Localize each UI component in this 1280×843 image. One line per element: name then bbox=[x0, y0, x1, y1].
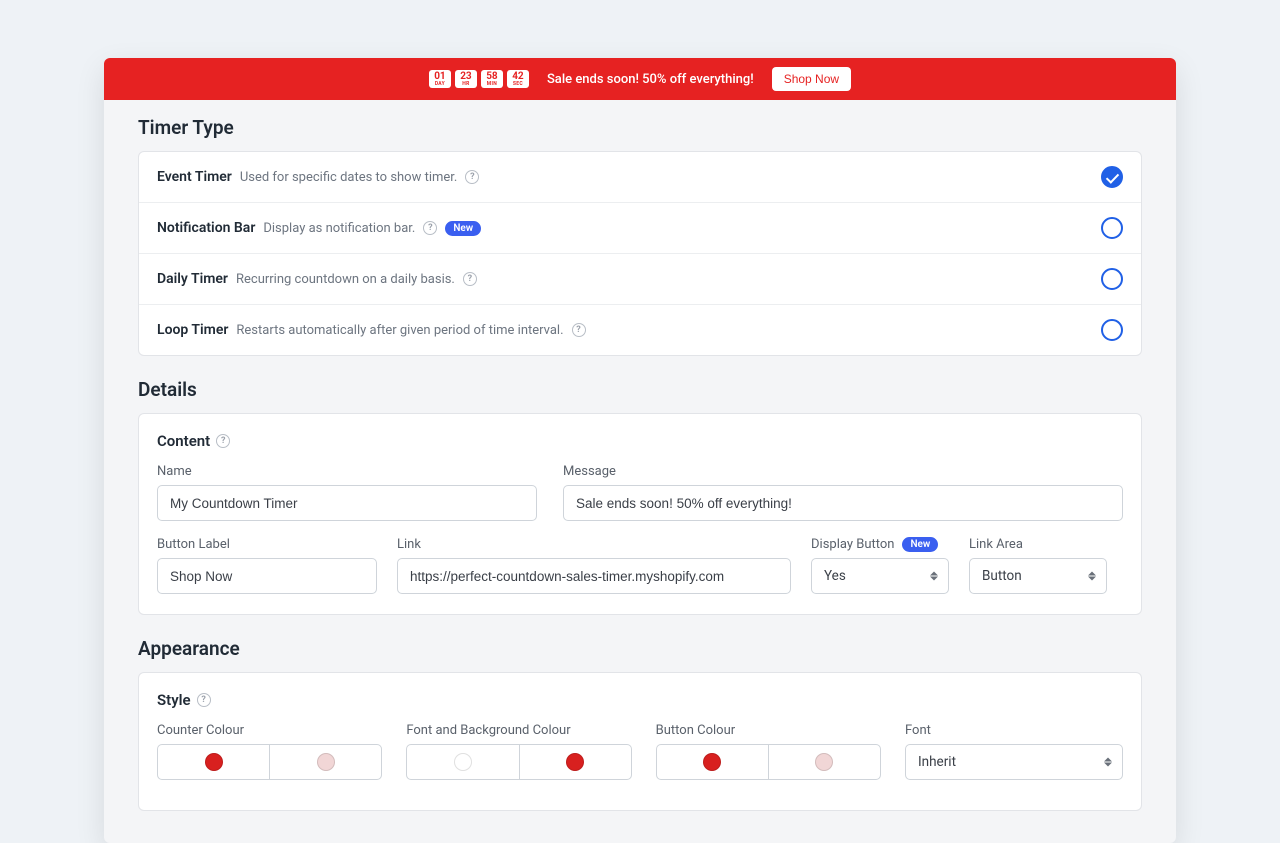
display-button-value: Yes bbox=[824, 568, 846, 584]
counter-colour-1[interactable] bbox=[158, 745, 269, 779]
countdown-day: 01 DAY bbox=[429, 70, 451, 88]
new-badge: New bbox=[445, 221, 481, 236]
colour-dot bbox=[205, 753, 223, 771]
counter-colour-2[interactable] bbox=[269, 745, 381, 779]
button-colour-1[interactable] bbox=[657, 745, 768, 779]
timer-type-name: Notification Bar bbox=[157, 220, 255, 236]
banner-message: Sale ends soon! 50% off everything! bbox=[547, 72, 754, 87]
message-label: Message bbox=[563, 464, 1123, 479]
section-title-timer-type: Timer Type bbox=[138, 116, 1142, 139]
link-input[interactable] bbox=[397, 558, 791, 594]
chevron-updown-icon bbox=[1088, 572, 1096, 581]
content-heading: Content ? bbox=[157, 432, 1123, 450]
radio-daily-timer[interactable] bbox=[1101, 268, 1123, 290]
radio-loop-timer[interactable] bbox=[1101, 319, 1123, 341]
timer-type-desc: Recurring countdown on a daily basis. bbox=[236, 272, 455, 287]
help-icon[interactable]: ? bbox=[572, 323, 586, 337]
button-colour-group bbox=[656, 744, 881, 780]
fontbg-colour-label: Font and Background Colour bbox=[406, 723, 631, 738]
section-title-details: Details bbox=[138, 378, 1142, 401]
name-input[interactable] bbox=[157, 485, 537, 521]
timer-type-desc: Display as notification bar. bbox=[263, 221, 415, 236]
timer-type-name: Event Timer bbox=[157, 169, 232, 185]
timer-type-desc: Used for specific dates to show timer. bbox=[240, 170, 458, 185]
style-heading: Style ? bbox=[157, 691, 1123, 709]
shop-now-button[interactable]: Shop Now bbox=[772, 67, 851, 91]
colour-dot bbox=[566, 753, 584, 771]
name-label: Name bbox=[157, 464, 537, 479]
fontbg-colour-group bbox=[406, 744, 631, 780]
colour-dot bbox=[317, 753, 335, 771]
font-select[interactable]: Inherit bbox=[905, 744, 1123, 780]
link-area-select[interactable]: Button bbox=[969, 558, 1107, 594]
message-input[interactable] bbox=[563, 485, 1123, 521]
content-heading-text: Content bbox=[157, 432, 210, 450]
settings-panel: 01 DAY 23 HR 58 MIN 42 SEC Sale ends soo… bbox=[104, 58, 1176, 843]
radio-event-timer[interactable] bbox=[1101, 166, 1123, 188]
help-icon[interactable]: ? bbox=[197, 693, 211, 707]
link-area-value: Button bbox=[982, 568, 1022, 584]
fontbg-colour-1[interactable] bbox=[407, 745, 518, 779]
new-badge: New bbox=[902, 537, 938, 552]
colour-dot bbox=[815, 753, 833, 771]
button-colour-label: Button Colour bbox=[656, 723, 881, 738]
font-value: Inherit bbox=[918, 754, 956, 770]
timer-type-daily[interactable]: Daily Timer Recurring countdown on a dai… bbox=[139, 254, 1141, 305]
timer-type-notification[interactable]: Notification Bar Display as notification… bbox=[139, 203, 1141, 254]
style-card: Style ? Counter Colour Font and Backgrou… bbox=[138, 672, 1142, 811]
timer-type-name: Loop Timer bbox=[157, 322, 228, 338]
colour-dot bbox=[454, 753, 472, 771]
help-icon[interactable]: ? bbox=[465, 170, 479, 184]
countdown-min-lbl: MIN bbox=[481, 82, 503, 87]
radio-notification-bar[interactable] bbox=[1101, 217, 1123, 239]
display-button-select[interactable]: Yes bbox=[811, 558, 949, 594]
countdown-hr: 23 HR bbox=[455, 70, 477, 88]
counter-colour-label: Counter Colour bbox=[157, 723, 382, 738]
countdown-sec-lbl: SEC bbox=[507, 82, 529, 87]
help-icon[interactable]: ? bbox=[463, 272, 477, 286]
content-card: Content ? Name Message Button Label bbox=[138, 413, 1142, 615]
timer-type-card: Event Timer Used for specific dates to s… bbox=[138, 151, 1142, 356]
countdown-day-lbl: DAY bbox=[429, 82, 451, 87]
help-icon[interactable]: ? bbox=[423, 221, 437, 235]
display-button-label: Display Button bbox=[811, 537, 894, 552]
countdown-sec: 42 SEC bbox=[507, 70, 529, 88]
colour-dot bbox=[703, 753, 721, 771]
font-label: Font bbox=[905, 723, 1123, 738]
button-label-label: Button Label bbox=[157, 537, 377, 552]
chevron-updown-icon bbox=[930, 572, 938, 581]
preview-banner: 01 DAY 23 HR 58 MIN 42 SEC Sale ends soo… bbox=[104, 58, 1176, 100]
timer-type-event[interactable]: Event Timer Used for specific dates to s… bbox=[139, 152, 1141, 203]
button-label-input[interactable] bbox=[157, 558, 377, 594]
section-title-appearance: Appearance bbox=[138, 637, 1142, 660]
countdown-hr-lbl: HR bbox=[455, 82, 477, 87]
help-icon[interactable]: ? bbox=[216, 434, 230, 448]
link-label: Link bbox=[397, 537, 791, 552]
chevron-updown-icon bbox=[1104, 758, 1112, 767]
link-area-label: Link Area bbox=[969, 537, 1107, 552]
fontbg-colour-2[interactable] bbox=[519, 745, 631, 779]
timer-type-desc: Restarts automatically after given perio… bbox=[236, 323, 563, 338]
button-colour-2[interactable] bbox=[768, 745, 880, 779]
timer-type-loop[interactable]: Loop Timer Restarts automatically after … bbox=[139, 305, 1141, 355]
timer-type-name: Daily Timer bbox=[157, 271, 228, 287]
countdown-boxes: 01 DAY 23 HR 58 MIN 42 SEC bbox=[429, 70, 529, 88]
style-heading-text: Style bbox=[157, 691, 191, 709]
counter-colour-group bbox=[157, 744, 382, 780]
countdown-min: 58 MIN bbox=[481, 70, 503, 88]
